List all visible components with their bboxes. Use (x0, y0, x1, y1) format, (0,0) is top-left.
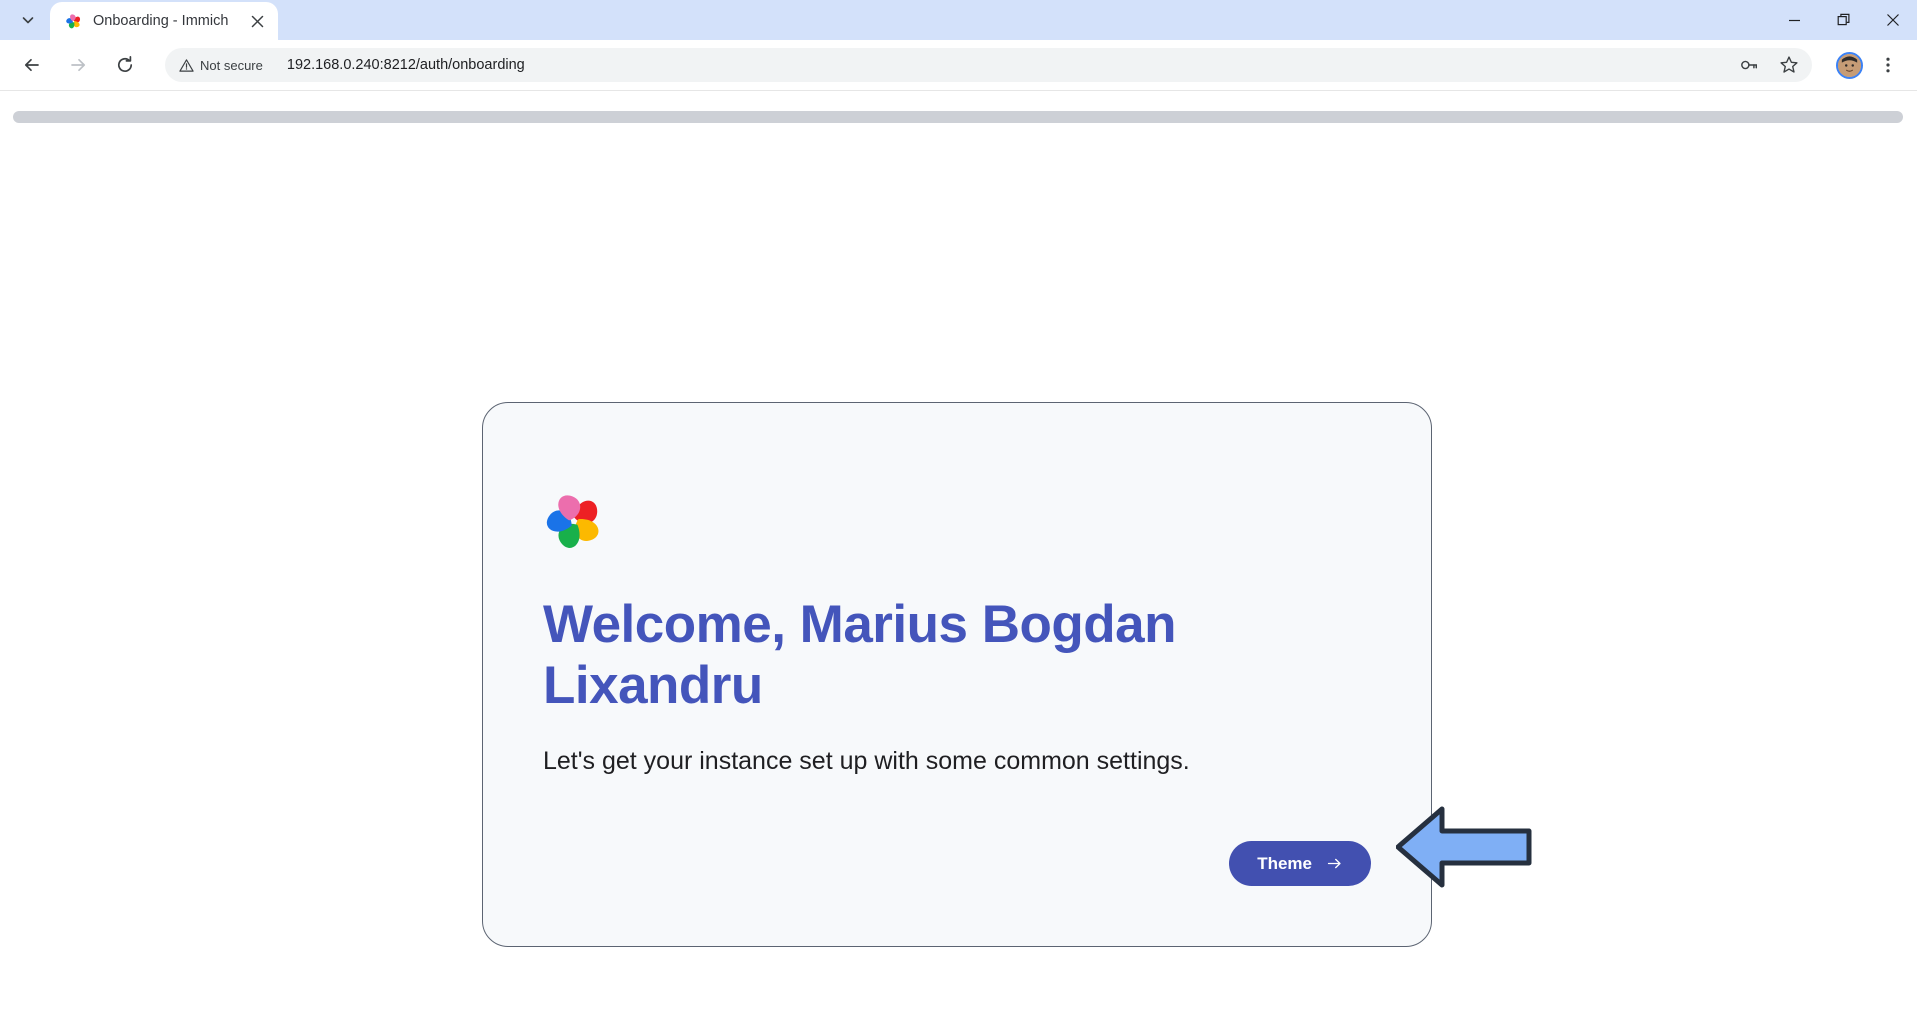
url-text: 192.168.0.240:8212/auth/onboarding (286, 57, 525, 73)
avatar-icon (1838, 53, 1861, 77)
browser-menu-button[interactable] (1871, 48, 1905, 82)
reload-button[interactable] (107, 47, 143, 83)
security-status-label: Not secure (200, 57, 263, 73)
back-button[interactable] (14, 47, 50, 83)
title-bar: Onboarding - Immich (0, 0, 1917, 40)
close-icon (1886, 14, 1899, 26)
page-viewport: Welcome, Marius Bogdan Lixandru Let's ge… (0, 91, 1917, 1028)
chevron-down-icon (22, 17, 34, 24)
onboarding-card: Welcome, Marius Bogdan Lixandru Let's ge… (482, 402, 1432, 947)
profile-avatar[interactable] (1836, 51, 1863, 79)
close-icon (251, 15, 263, 27)
immich-logo-icon (546, 495, 599, 548)
tab-search-button[interactable] (6, 3, 50, 37)
three-dot-menu-icon (1886, 57, 1890, 73)
tab-title: Onboarding - Immich (93, 13, 229, 29)
window-controls (1770, 0, 1917, 40)
restore-icon (1837, 13, 1849, 26)
navigation-toolbar: Not secure 192.168.0.240:8212/auth/onboa… (0, 40, 1917, 91)
bookmark-button[interactable] (1774, 50, 1804, 80)
theme-next-button[interactable]: Theme (1229, 841, 1371, 886)
warning-triangle-icon (179, 58, 194, 72)
close-button[interactable] (1868, 0, 1917, 40)
browser-tab-onboarding[interactable]: Onboarding - Immich (50, 2, 278, 40)
page-subtitle: Let's get your instance set up with some… (543, 746, 1190, 775)
omnibox-actions (1734, 50, 1804, 80)
password-manager-button[interactable] (1734, 50, 1764, 80)
reload-icon (117, 56, 133, 72)
page-title: Welcome, Marius Bogdan Lixandru (543, 595, 1176, 715)
horizontal-scrollbar[interactable] (13, 111, 1903, 123)
immich-logo-icon (66, 13, 81, 28)
arrow-right-icon (1327, 858, 1341, 869)
arrow-right-icon (71, 58, 86, 72)
star-outline-icon (1780, 56, 1798, 73)
browser-window: Onboarding - Immich Not secure 192.168.0… (0, 0, 1917, 1028)
key-icon (1741, 60, 1757, 70)
minimize-icon (1789, 19, 1800, 21)
restore-button[interactable] (1819, 0, 1868, 40)
minimize-button[interactable] (1770, 0, 1819, 40)
address-bar[interactable]: Not secure 192.168.0.240:8212/auth/onboa… (165, 48, 1812, 82)
forward-button[interactable] (60, 47, 96, 83)
arrow-left-icon (24, 58, 39, 72)
security-status-chip[interactable]: Not secure (171, 52, 273, 78)
theme-next-button-label: Theme (1257, 853, 1312, 873)
tab-close-button[interactable] (246, 10, 268, 32)
